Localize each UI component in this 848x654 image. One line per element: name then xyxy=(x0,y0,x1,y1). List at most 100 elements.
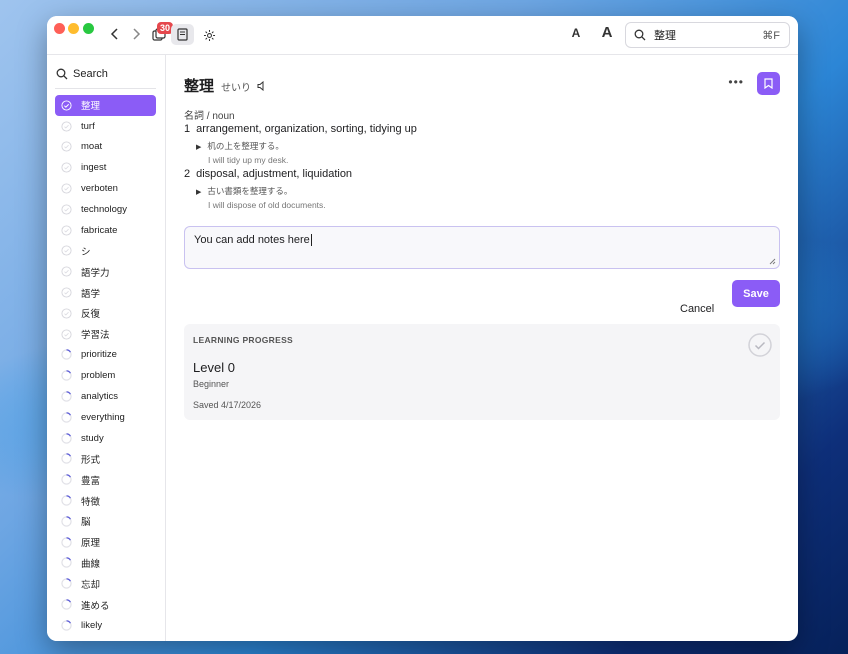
word-list: 整理 turf moat ingest verboten technology fabric… xyxy=(55,95,156,636)
forward-button[interactable] xyxy=(128,26,144,42)
sidebar-word-item[interactable]: 形式 xyxy=(55,449,156,470)
sidebar-word-item[interactable]: 語学 xyxy=(55,282,156,303)
sidebar-word-item[interactable]: turf xyxy=(55,116,156,137)
sidebar-divider xyxy=(55,88,156,89)
sidebar-word-label: technology xyxy=(81,203,127,215)
sidebar-word-item[interactable]: analytics xyxy=(55,386,156,407)
dictionary-search-field[interactable]: 整理 ⌘F xyxy=(625,22,790,48)
sidebar-word-label: verboten xyxy=(81,183,118,195)
sidebar-word-label: everything xyxy=(81,411,125,423)
saved-words-button[interactable] xyxy=(171,24,194,45)
sidebar-word-item[interactable]: シ xyxy=(55,241,156,262)
sidebar-word-label: prioritize xyxy=(81,349,117,361)
sidebar-word-label: 形式 xyxy=(81,454,101,466)
progress-title: LEARNING PROGRESS xyxy=(193,335,294,345)
zoom-window-button[interactable] xyxy=(83,23,94,34)
search-input[interactable]: 整理 xyxy=(654,27,676,43)
learning-progress-card: LEARNING PROGRESS Level 0 Beginner Saved… xyxy=(184,324,780,420)
sidebar-word-item[interactable]: ingest xyxy=(55,157,156,178)
search-icon xyxy=(634,29,646,41)
sidebar-word-label: 豊富 xyxy=(81,475,101,487)
sidebar-word-item[interactable]: everything xyxy=(55,407,156,428)
minimize-window-button[interactable] xyxy=(68,23,79,34)
sidebar-word-label: 原理 xyxy=(81,538,101,550)
sidebar-word-item[interactable]: moat xyxy=(55,137,156,158)
sidebar-word-item[interactable]: 脳 xyxy=(55,511,156,532)
sidebar-word-item[interactable]: 豊富 xyxy=(55,469,156,490)
resize-handle-icon[interactable] xyxy=(769,258,776,265)
search-icon xyxy=(56,68,68,80)
progress-level: Level 0 xyxy=(193,360,235,375)
sense-2: 2 disposal, adjustment, liquidation xyxy=(184,168,352,180)
sidebar-word-item[interactable]: study xyxy=(55,428,156,449)
entry-header: 整理 せいり xyxy=(184,75,266,96)
sidebar-word-item[interactable]: prioritize xyxy=(55,345,156,366)
sidebar-word-item[interactable]: 進める xyxy=(55,594,156,615)
notes-text: You can add notes here xyxy=(194,234,310,246)
status-circle-icon xyxy=(61,287,72,298)
sidebar-word-label: study xyxy=(81,432,104,444)
chevron-right-icon xyxy=(133,28,141,40)
speaker-icon[interactable] xyxy=(257,81,266,91)
sidebar-word-item[interactable]: fabricate xyxy=(55,220,156,241)
sidebar-word-item[interactable]: likely xyxy=(55,615,156,636)
sidebar-word-item[interactable]: technology xyxy=(55,199,156,220)
sidebar-word-label: problem xyxy=(81,370,116,382)
entry-reading: せいり xyxy=(221,83,252,94)
example-english: I will tidy up my desk. xyxy=(208,155,289,165)
sidebar-word-label: moat xyxy=(81,141,103,153)
mark-learned-icon[interactable] xyxy=(748,333,772,357)
example-2: ▶ 古い書類を整理する。 I will dispose of old docume… xyxy=(196,185,326,211)
sidebar-word-item[interactable]: 原理 xyxy=(55,532,156,553)
sense-definition: disposal, adjustment, liquidation xyxy=(196,168,353,180)
play-example-icon[interactable]: ▶ xyxy=(196,144,201,151)
decrease-font-button[interactable]: A xyxy=(569,26,583,40)
sidebar-word-item[interactable]: 特徴 xyxy=(55,490,156,511)
sidebar-word-item[interactable]: 学習法 xyxy=(55,324,156,345)
sense-definition: arrangement, organization, sorting, tidy… xyxy=(196,123,417,135)
sidebar-word-item[interactable]: 整理 xyxy=(55,95,156,116)
progress-ring-icon xyxy=(61,557,72,569)
sidebar-word-item[interactable]: 反復 xyxy=(55,303,156,324)
example-japanese: 古い書類を整理する。 xyxy=(207,186,293,196)
status-circle-icon xyxy=(61,245,72,257)
play-example-icon[interactable]: ▶ xyxy=(196,189,201,196)
gear-icon xyxy=(203,29,215,41)
cancel-button[interactable]: Cancel xyxy=(680,303,714,315)
sidebar-word-label: fabricate xyxy=(81,224,118,236)
entry-word: 整理 xyxy=(184,78,215,95)
notes-textarea[interactable]: You can add notes here xyxy=(184,226,780,269)
sidebar-word-label: 曲線 xyxy=(81,558,101,570)
sidebar-word-item[interactable]: 語学力 xyxy=(55,261,156,282)
progress-ring-icon xyxy=(61,453,72,465)
sidebar-word-label: 語学力 xyxy=(81,267,110,279)
sidebar-word-label: turf xyxy=(81,120,95,132)
entry-panel: 整理 せいり ••• 名詞 / noun 1 arrangement, organ… xyxy=(184,55,780,641)
increase-font-button[interactable]: A xyxy=(599,24,615,41)
sidebar-word-item[interactable]: verboten xyxy=(55,178,156,199)
progress-ring-icon xyxy=(61,599,72,610)
sidebar-word-label: 脳 xyxy=(81,517,91,529)
progress-level-name: Beginner xyxy=(193,379,230,389)
sidebar-word-label: 学習法 xyxy=(81,330,110,342)
status-circle-icon xyxy=(61,225,72,236)
sidebar-search[interactable]: Search xyxy=(56,68,108,80)
sidebar-word-label: シ xyxy=(81,246,91,258)
status-circle-icon xyxy=(61,183,72,194)
save-button[interactable]: Save xyxy=(732,280,780,307)
settings-button[interactable] xyxy=(201,26,217,44)
sense-number: 1 xyxy=(184,123,191,135)
example-japanese: 机の上を整理する。 xyxy=(207,141,284,151)
close-window-button[interactable] xyxy=(54,23,65,34)
back-button[interactable] xyxy=(107,26,123,42)
sidebar-word-label: 特徴 xyxy=(81,496,101,508)
more-options-button[interactable]: ••• xyxy=(728,75,744,89)
sidebar-word-label: likely xyxy=(81,619,103,631)
sidebar-word-item[interactable]: 曲線 xyxy=(55,553,156,574)
sidebar-word-item[interactable]: 忘却 xyxy=(55,573,156,594)
bookmark-button[interactable] xyxy=(757,72,780,95)
progress-ring-icon xyxy=(61,370,72,381)
sidebar-word-item[interactable]: problem xyxy=(55,365,156,386)
sidebar-word-label: ingest xyxy=(81,162,107,174)
sidebar-word-label: 語学 xyxy=(81,288,101,300)
